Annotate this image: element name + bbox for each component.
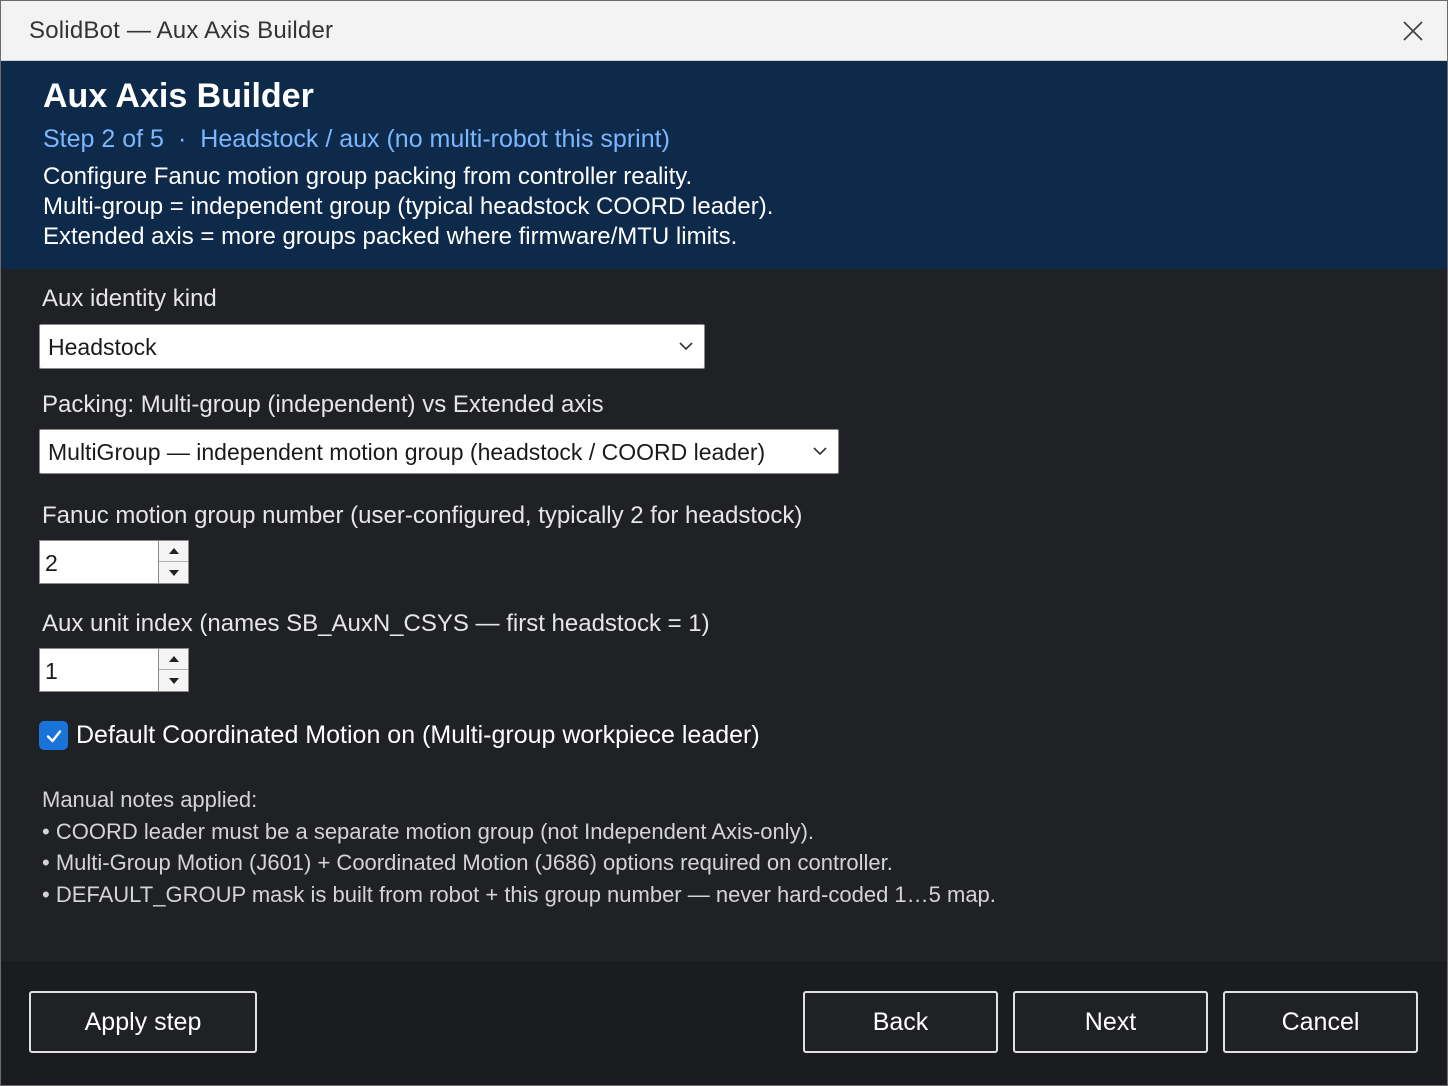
group-number-label: Fanuc motion group number (user-configur… bbox=[42, 502, 803, 529]
close-button[interactable] bbox=[1395, 13, 1431, 49]
group-number-stepper[interactable]: 2 bbox=[39, 540, 189, 584]
decrement-button[interactable] bbox=[159, 670, 188, 691]
coord-motion-label[interactable]: Default Coordinated Motion on (Multi-gro… bbox=[76, 721, 760, 750]
packing-dropdown[interactable]: MultiGroup — independent motion group (h… bbox=[39, 429, 839, 474]
spin-up-icon bbox=[168, 548, 179, 554]
identity-kind-value: Headstock bbox=[48, 334, 157, 360]
apply-step-button[interactable]: Apply step bbox=[29, 991, 257, 1053]
step-indicator: Step 2 of 5 · Headstock / aux (no multi-ro… bbox=[43, 125, 670, 154]
spin-down-icon bbox=[168, 569, 179, 576]
packing-value: MultiGroup — independent motion group (h… bbox=[48, 439, 766, 465]
step-number: Step 2 of 5 bbox=[43, 125, 164, 153]
spin-down-icon bbox=[168, 677, 179, 684]
dialog-window: SolidBot — Aux Axis Builder Aux Axis Bui… bbox=[0, 0, 1448, 1086]
cancel-button[interactable]: Cancel bbox=[1223, 991, 1418, 1053]
identity-kind-dropdown[interactable]: Headstock bbox=[39, 324, 705, 369]
window-title: SolidBot — Aux Axis Builder bbox=[29, 17, 334, 44]
decrement-button[interactable] bbox=[159, 562, 188, 583]
note-item: COORD leader must be a separate motion g… bbox=[42, 816, 996, 848]
button-bar: Apply step Back Next Cancel bbox=[1, 961, 1447, 1085]
chevron-down-icon bbox=[679, 342, 693, 351]
wizard-title: Aux Axis Builder bbox=[43, 77, 314, 115]
step-context: Headstock / aux (no multi-robot this spr… bbox=[200, 125, 670, 153]
description-line: Extended axis = more groups packed where… bbox=[43, 223, 738, 250]
stepper-buttons bbox=[158, 649, 188, 691]
coord-motion-checkbox[interactable] bbox=[39, 721, 68, 750]
wizard-description: Configure Fanuc motion group packing fro… bbox=[43, 162, 773, 252]
notes-heading: Manual notes applied: bbox=[42, 787, 258, 812]
close-icon bbox=[1403, 21, 1423, 41]
unit-index-value[interactable]: 1 bbox=[45, 658, 58, 685]
description-line: Multi-group = independent group (typical… bbox=[43, 193, 774, 220]
wizard-header: Aux Axis Builder Step 2 of 5 · Headstock /… bbox=[1, 61, 1447, 269]
note-item: Multi-Group Motion (J601) + Coordinated … bbox=[42, 847, 996, 879]
step-separator: · bbox=[177, 125, 187, 153]
description-line: Configure Fanuc motion group packing fro… bbox=[43, 163, 693, 190]
unit-index-stepper[interactable]: 1 bbox=[39, 648, 189, 692]
note-item: DEFAULT_GROUP mask is built from robot +… bbox=[42, 879, 996, 911]
manual-notes: Manual notes applied: COORD leader must … bbox=[42, 784, 996, 910]
stepper-buttons bbox=[158, 541, 188, 583]
title-bar: SolidBot — Aux Axis Builder bbox=[1, 1, 1447, 61]
identity-kind-label: Aux identity kind bbox=[42, 285, 217, 312]
unit-index-label: Aux unit index (names SB_AuxN_CSYS — fir… bbox=[42, 610, 710, 637]
back-button[interactable]: Back bbox=[803, 991, 998, 1053]
group-number-value[interactable]: 2 bbox=[45, 550, 58, 577]
increment-button[interactable] bbox=[159, 541, 188, 562]
packing-label: Packing: Multi-group (independent) vs Ex… bbox=[42, 391, 604, 418]
spin-up-icon bbox=[168, 656, 179, 662]
chevron-down-icon bbox=[813, 447, 827, 456]
next-button[interactable]: Next bbox=[1013, 991, 1208, 1053]
increment-button[interactable] bbox=[159, 649, 188, 670]
checkmark-icon bbox=[46, 729, 61, 742]
